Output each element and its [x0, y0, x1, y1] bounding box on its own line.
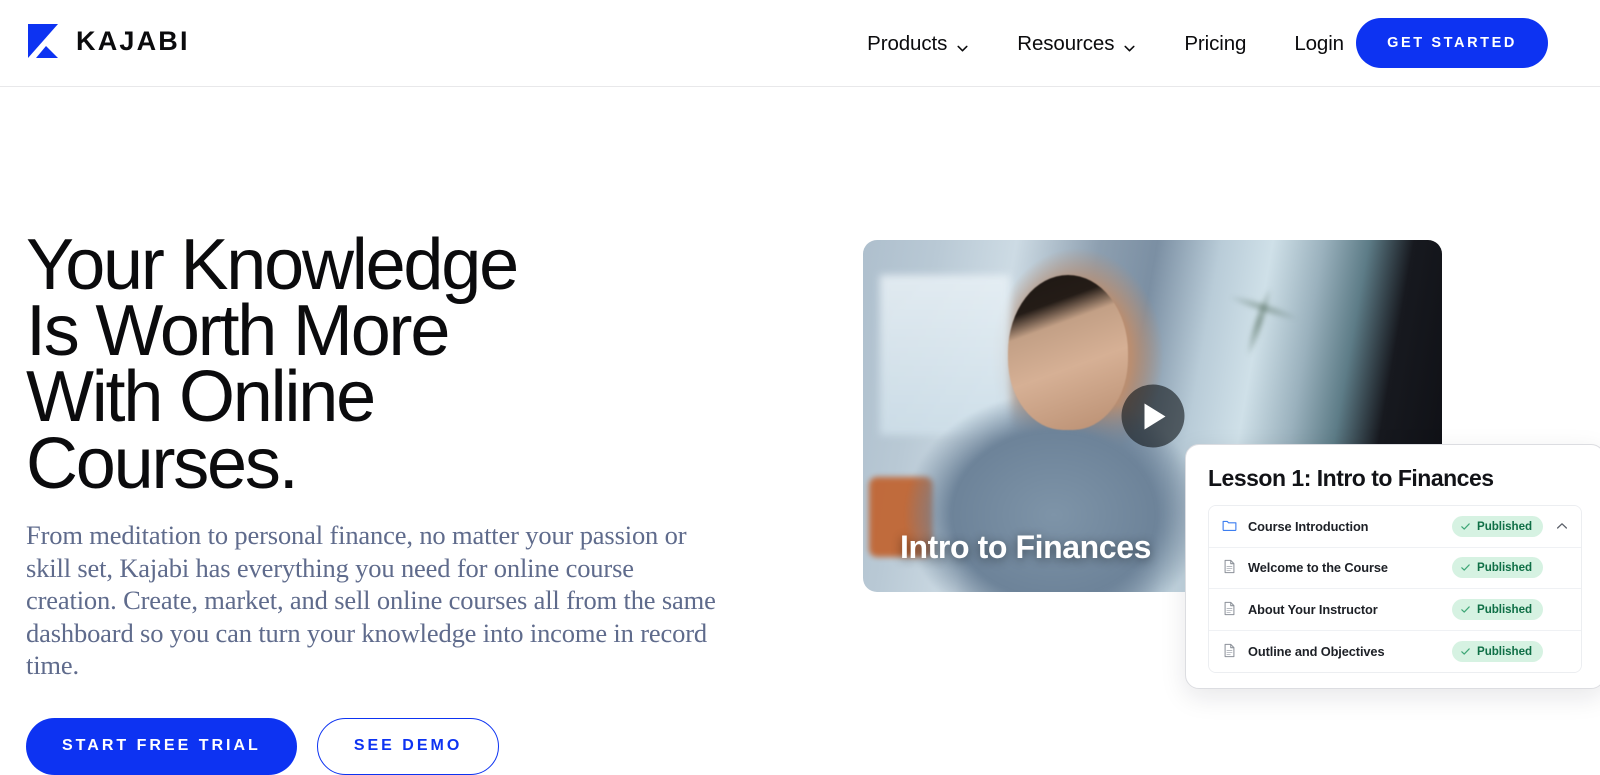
hero-content: Your Knowledge Is Worth More With Online…: [26, 225, 766, 775]
lesson-list: Course Introduction Published Welcome to…: [1208, 505, 1582, 673]
site-header: KAJABI Products Resources Pricing Login …: [0, 0, 1600, 87]
status-badge-label: Published: [1477, 519, 1532, 533]
check-icon: [1460, 521, 1471, 532]
lesson-card: Lesson 1: Intro to Finances Course Intro…: [1185, 444, 1600, 689]
video-bg-plant: [1178, 240, 1340, 412]
check-icon: [1460, 646, 1471, 657]
play-triangle: [1144, 403, 1166, 429]
status-badge: Published: [1452, 640, 1543, 662]
chevron-down-icon: [1123, 37, 1136, 52]
document-icon: [1222, 559, 1237, 576]
get-started-button[interactable]: GET STARTED: [1356, 18, 1548, 68]
start-free-trial-button[interactable]: START FREE TRIAL: [26, 717, 297, 775]
brand-logo-link[interactable]: KAJABI: [26, 22, 190, 60]
nav-item-login[interactable]: Login: [1270, 32, 1368, 56]
play-icon[interactable]: [1121, 384, 1184, 448]
video-subject-head: [1007, 275, 1128, 431]
hero-title: Your Knowledge Is Worth More With Online…: [26, 225, 519, 504]
primary-navigation: Products Resources Pricing Login: [843, 0, 1368, 87]
status-badge: Published: [1452, 515, 1543, 537]
folder-icon: [1222, 518, 1237, 535]
status-badge: Published: [1452, 557, 1543, 579]
hero-subtitle: From meditation to personal finance, no …: [26, 519, 716, 681]
lesson-card-title: Lesson 1: Intro to Finances: [1208, 465, 1494, 491]
lesson-row-label: About Your Instructor: [1248, 601, 1378, 617]
nav-item-pricing[interactable]: Pricing: [1160, 32, 1270, 56]
nav-item-pricing-label: Pricing: [1184, 31, 1247, 55]
status-badge-label: Published: [1477, 602, 1532, 616]
lesson-row[interactable]: Welcome to the Course Published: [1209, 547, 1581, 589]
kajabi-k-logo-icon: [26, 22, 62, 60]
lesson-row[interactable]: About Your Instructor Published: [1209, 589, 1581, 631]
kajabi-k-logo-icon-svg: [28, 24, 58, 58]
nav-item-resources-label: Resources: [1017, 31, 1115, 55]
document-icon: [1222, 643, 1237, 660]
document-icon: [1222, 601, 1237, 618]
chevron-down-icon: [956, 37, 969, 52]
video-caption: Intro to Finances: [900, 529, 1151, 565]
nav-item-products-label: Products: [867, 31, 948, 55]
nav-item-login-label: Login: [1294, 31, 1344, 55]
lesson-row-label: Outline and Objectives: [1248, 643, 1385, 659]
check-icon: [1460, 562, 1471, 573]
nav-item-products[interactable]: Products: [843, 32, 993, 56]
status-badge: Published: [1452, 598, 1543, 620]
status-badge-label: Published: [1477, 644, 1532, 658]
lesson-row-label: Course Introduction: [1248, 518, 1369, 534]
see-demo-button[interactable]: SEE DEMO: [316, 717, 500, 775]
status-badge-label: Published: [1477, 561, 1532, 575]
lesson-row[interactable]: Outline and Objectives Published: [1209, 630, 1581, 672]
hero-cta-group: START FREE TRIAL SEE DEMO: [26, 717, 766, 775]
lesson-row[interactable]: Course Introduction Published: [1209, 506, 1581, 548]
chevron-up-icon[interactable]: [1555, 519, 1569, 533]
brand-wordmark: KAJABI: [76, 25, 190, 56]
nav-item-resources[interactable]: Resources: [993, 32, 1160, 56]
check-icon: [1460, 604, 1471, 615]
lesson-row-label: Welcome to the Course: [1248, 560, 1388, 576]
